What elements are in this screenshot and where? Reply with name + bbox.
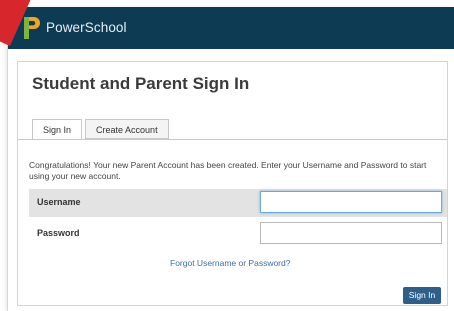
tab-divider [18, 139, 447, 140]
page-title: Student and Parent Sign In [32, 74, 250, 93]
username-label: Username [37, 197, 81, 207]
browser-frame: PowerSchool Student and Parent Sign In S… [7, 7, 454, 311]
brand-name: PowerSchool [46, 20, 127, 35]
username-row: Username [29, 189, 447, 217]
username-input[interactable] [260, 191, 442, 213]
password-label: Password [37, 228, 80, 238]
sign-in-button[interactable]: Sign In [403, 287, 441, 304]
tab-bar: Sign In Create Account [32, 119, 172, 140]
success-message: Congratulations! Your new Parent Account… [29, 160, 427, 181]
sign-in-page: PowerSchool Student and Parent Sign In S… [0, 0, 454, 311]
tab-sign-in[interactable]: Sign In [32, 119, 83, 140]
app-header: PowerSchool [8, 7, 454, 49]
forgot-credentials-link[interactable]: Forgot Username or Password? [170, 258, 290, 268]
tab-create-account[interactable]: Create Account [85, 119, 169, 139]
password-input[interactable] [260, 222, 442, 244]
sign-in-panel: Student and Parent Sign In Sign In Creat… [17, 61, 448, 306]
powerschool-p-logo-icon [24, 17, 40, 39]
password-row: Password [29, 220, 447, 248]
